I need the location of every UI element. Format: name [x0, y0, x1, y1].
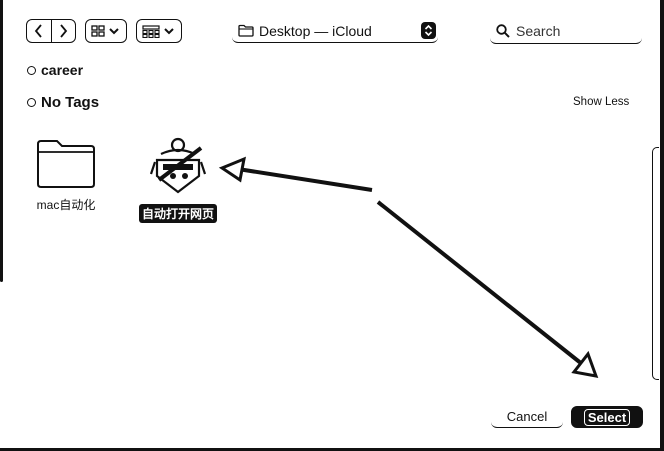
arrowhead-icon	[571, 350, 599, 378]
annotation-arrow-to-app	[237, 167, 373, 192]
arrowhead-icon	[218, 156, 246, 183]
annotation-arrows	[218, 156, 599, 378]
annotation-arrow-to-select	[376, 200, 584, 366]
